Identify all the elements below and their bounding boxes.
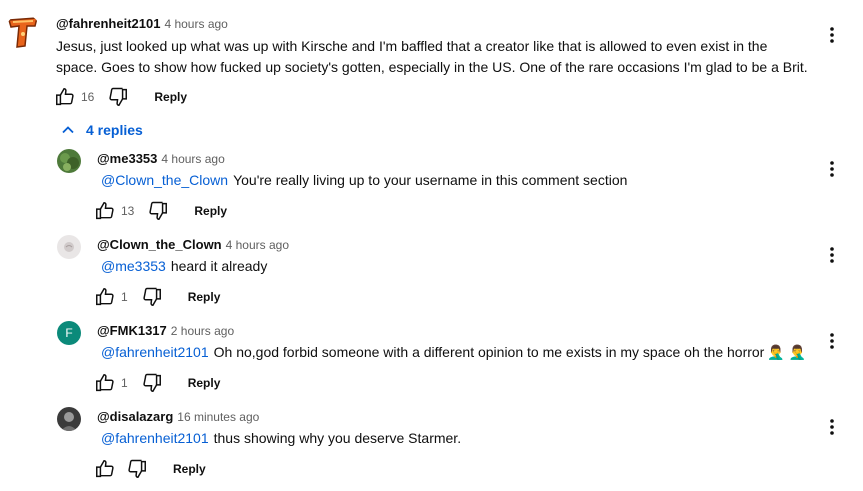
facepalm-emoji: 🤦‍♂️ 🤦‍♂️ [767,344,807,360]
dislike-button[interactable] [106,85,130,109]
more-options-button[interactable] [820,243,844,267]
like-count: 1 [121,376,128,390]
more-options-button[interactable] [820,329,844,353]
reply-button[interactable]: Reply [188,376,221,390]
reply-time[interactable]: 2 hours ago [171,324,234,338]
replies-toggle[interactable]: 4 replies [60,122,143,138]
like-button[interactable] [93,199,117,223]
like-count: 16 [81,90,95,104]
reply-text: @fahrenheit2101 thus showing why you dese… [101,430,462,446]
avatar[interactable] [57,149,81,173]
avatar[interactable]: F [57,321,81,345]
thumbs-down-icon [149,201,168,220]
reply-time[interactable]: 4 hours ago [161,152,224,166]
dislike-button[interactable] [125,457,149,481]
more-options-button[interactable] [820,157,844,181]
more-options-button[interactable] [820,415,844,439]
thumbs-up-icon [96,374,114,392]
thumbs-down-icon [143,373,161,392]
comment-text-line: Jesus, just looked up what was up with K… [56,38,768,54]
more-vert-icon [830,247,834,263]
mention-link[interactable]: @fahrenheit2101 [101,430,209,446]
like-count: 13 [121,204,135,218]
reply-author[interactable]: @FMK1317 [97,323,167,338]
dislike-button[interactable] [146,199,170,223]
avatar-letter: F [65,326,73,340]
more-vert-icon [830,333,834,349]
comment-author[interactable]: @fahrenheit2101 [56,16,160,31]
comment-actions: 16 Reply [53,85,187,109]
comment-time[interactable]: 4 hours ago [164,17,227,31]
dislike-button[interactable] [140,371,164,395]
more-vert-icon [830,161,834,177]
thumbs-down-icon [143,287,161,306]
like-button[interactable] [53,85,77,109]
reply-actions: 1 Reply [93,371,220,395]
mention-link[interactable]: @me3353 [101,258,166,274]
mention-link[interactable]: @Clown_the_Clown [101,172,228,188]
thumbs-up-icon [56,88,74,106]
like-button[interactable] [93,457,117,481]
more-vert-icon [830,419,834,435]
more-vert-icon [830,27,834,43]
avatar[interactable] [5,14,41,50]
reply-button[interactable]: Reply [154,90,187,104]
thumbs-down-icon [128,459,146,478]
more-options-button[interactable] [820,23,844,47]
reply-time[interactable]: 4 hours ago [226,238,289,252]
reply-actions: 13 Reply [93,199,227,223]
reply-text: @Clown_the_Clown You're really living up … [101,172,628,188]
chevron-up-icon [62,126,74,134]
dislike-button[interactable] [140,285,164,309]
reply-author[interactable]: @disalazarg [97,409,173,424]
avatar[interactable] [57,235,81,259]
thumbs-down-icon [109,87,128,106]
mention-link[interactable]: @fahrenheit2101 [101,344,209,360]
reply-button[interactable]: Reply [188,290,221,304]
avatar[interactable] [57,407,81,431]
comment-text: Jesus, just looked up what was up with K… [56,36,816,78]
reply-button[interactable]: Reply [194,204,227,218]
thumbs-up-icon [96,288,114,306]
like-button[interactable] [93,285,117,309]
like-button[interactable] [93,371,117,395]
like-count: 1 [121,290,128,304]
replies-count: 4 replies [86,122,143,138]
reply-actions: 1 Reply [93,285,220,309]
reply-button[interactable]: Reply [173,462,206,476]
reply-author[interactable]: @Clown_the_Clown [97,237,222,252]
thumbs-up-icon [96,460,114,478]
reply-time[interactable]: 16 minutes ago [177,410,259,424]
reply-text: @fahrenheit2101 Oh no,god forbid someone … [101,344,807,360]
reply-text: @me3353 heard it already [101,258,268,274]
reply-author[interactable]: @me3353 [97,151,157,166]
thumbs-up-icon [96,202,114,220]
reply-actions: Reply [93,457,206,481]
comment-text-line: space. Goes to show how fucked up societ… [56,59,808,75]
